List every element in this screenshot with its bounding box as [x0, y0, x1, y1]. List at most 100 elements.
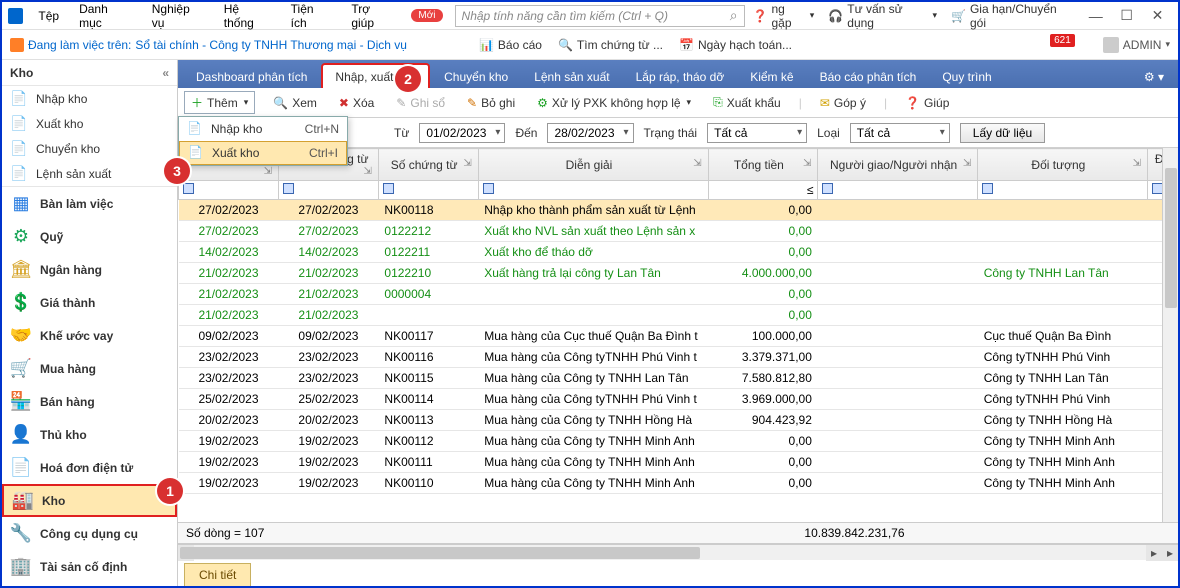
type-combo[interactable]: Tất cả	[850, 123, 950, 143]
nav-item[interactable]: 🛒Mua hàng	[2, 352, 177, 385]
status-combo[interactable]: Tất cả	[707, 123, 807, 143]
column-header[interactable]: Diễn giải⇲	[478, 149, 708, 181]
global-search-input[interactable]: Nhập tính năng cần tìm kiếm (Ctrl + Q)	[455, 5, 745, 27]
column-header[interactable]: Số chứng từ⇲	[378, 149, 478, 181]
collapse-icon[interactable]: «	[162, 66, 169, 80]
renew-link[interactable]: 🛒Gia hạn/Chuyển gói	[945, 0, 1077, 32]
menu-file[interactable]: Tệp	[29, 7, 68, 25]
fix-button[interactable]: ⚙Xử lý PXK không hợp lệ▾	[533, 94, 695, 112]
window-close[interactable]: ✕	[1143, 7, 1172, 24]
data-grid[interactable]: Ngày hạch toán⇲Ngày chứng từ⇲Số chứng từ…	[178, 148, 1178, 522]
table-row[interactable]: 25/02/202325/02/2023NK00114Mua hàng của …	[179, 389, 1178, 410]
column-header[interactable]: Người giao/Người nhận⇲	[818, 149, 978, 181]
nav-item[interactable]: 🤝Khế ước vay	[2, 319, 177, 352]
filter-cell[interactable]	[818, 181, 978, 200]
nav-icon: 🛒	[10, 358, 32, 380]
nav-icon: ⚙	[10, 226, 32, 248]
accounting-date-button[interactable]: 📅Ngày hạch toán...	[679, 38, 792, 52]
menu-system[interactable]: Hệ thống	[215, 0, 280, 32]
report-button[interactable]: 📊Báo cáo	[479, 38, 542, 52]
menu-business[interactable]: Nghiệp vụ	[143, 0, 213, 32]
module-tab[interactable]: Lệnh sản xuất	[522, 65, 621, 88]
from-date-combo[interactable]: 01/02/2023	[419, 123, 505, 143]
status-label: Trạng thái	[644, 126, 698, 140]
nav-item[interactable]: ⚙Quỹ	[2, 220, 177, 253]
unpost-button[interactable]: ✎Bỏ ghi	[463, 94, 519, 112]
column-header[interactable]: Tổng tiền⇲	[708, 149, 818, 181]
doc-icon: 📄	[188, 145, 204, 161]
nav-item[interactable]: 🏛Ngân hàng	[2, 253, 177, 286]
add-button[interactable]: ＋Thêm▾ 📄Nhập khoCtrl+N📄Xuất khoCtrl+I	[184, 91, 255, 114]
table-row[interactable]: 21/02/202321/02/202300000040,00	[179, 284, 1178, 305]
table-row[interactable]: 19/02/202319/02/2023NK00112Mua hàng của …	[179, 431, 1178, 452]
window-minimize[interactable]: —	[1081, 8, 1110, 24]
add-dropdown-menu: 📄Nhập khoCtrl+N📄Xuất khoCtrl+I	[178, 116, 348, 166]
table-row[interactable]: 23/02/202323/02/2023NK00116Mua hàng của …	[179, 347, 1178, 368]
module-tab[interactable]: Chuyển kho	[432, 65, 520, 88]
tree-item[interactable]: 📄Nhập kho	[2, 86, 177, 111]
table-row[interactable]: 21/02/202321/02/20230,00	[179, 305, 1178, 326]
filter-cell[interactable]: ≤	[708, 181, 818, 200]
annotation-1: 1	[157, 478, 183, 504]
window-maximize[interactable]: ☐	[1112, 7, 1141, 24]
delete-button[interactable]: ✖Xóa	[335, 94, 378, 112]
nav-item[interactable]: ▦Bàn làm việc	[2, 187, 177, 220]
add-menu-item[interactable]: 📄Xuất khoCtrl+I	[179, 141, 347, 165]
table-row[interactable]: 27/02/202327/02/20230122212Xuất kho NVL …	[179, 221, 1178, 242]
faq-link[interactable]: ❓ng gặp▾	[747, 0, 821, 32]
add-menu-item[interactable]: 📄Nhập khoCtrl+N	[179, 117, 347, 141]
filter-cell[interactable]	[978, 181, 1148, 200]
nav-item[interactable]: 💲Giá thành	[2, 286, 177, 319]
user-name[interactable]: ADMIN	[1123, 38, 1162, 52]
table-row[interactable]: 20/02/202320/02/2023NK00113Mua hàng của …	[179, 410, 1178, 431]
column-header[interactable]: Đối tượng⇲	[978, 149, 1148, 181]
tree-item[interactable]: 📄Xuất kho	[2, 111, 177, 136]
tree-item[interactable]: 📄Chuyển kho	[2, 136, 177, 161]
table-row[interactable]: 19/02/202319/02/2023NK00110Mua hàng của …	[179, 473, 1178, 494]
tree-item[interactable]: 📄Lệnh sản xuất	[2, 161, 177, 186]
export-button[interactable]: ⎘Xuất khẩu	[709, 93, 785, 112]
module-tab[interactable]: Lắp ráp, tháo dỡ	[624, 65, 737, 88]
fetch-button[interactable]: Lấy dữ liệu	[960, 123, 1045, 143]
module-tab[interactable]: Kiểm kê	[738, 65, 805, 88]
consult-link[interactable]: 🎧Tư vấn sử dụng▾	[822, 0, 943, 32]
nav-item[interactable]: 👤Thủ kho	[2, 418, 177, 451]
nav-item[interactable]: 🏪Bán hàng	[2, 385, 177, 418]
table-row[interactable]: 23/02/202323/02/2023NK00115Mua hàng của …	[179, 368, 1178, 389]
new-badge: Mới	[411, 9, 442, 22]
vertical-scrollbar[interactable]	[1162, 148, 1178, 522]
annotation-2: 2	[395, 66, 421, 92]
sidebar-header: Kho «	[2, 60, 177, 86]
filter-cell[interactable]	[478, 181, 708, 200]
gear-icon[interactable]: ⚙ ▾	[1136, 66, 1172, 88]
filter-cell[interactable]	[278, 181, 378, 200]
table-row[interactable]: 27/02/202327/02/2023NK00118Nhập kho thàn…	[179, 200, 1178, 221]
table-row[interactable]: 19/02/202319/02/2023NK00111Mua hàng của …	[179, 452, 1178, 473]
menu-help[interactable]: Trợ giúp	[342, 0, 403, 32]
doc-icon: 📄	[10, 115, 28, 133]
table-row[interactable]: 09/02/202309/02/2023NK00117Mua hàng của …	[179, 326, 1178, 347]
table-row[interactable]: 21/02/202321/02/20230122210Xuất hàng trả…	[179, 263, 1178, 284]
notification-badge[interactable]: 621	[1050, 34, 1075, 47]
find-voucher-button[interactable]: 🔍Tìm chứng từ ...	[558, 38, 663, 52]
menu-utility[interactable]: Tiện ích	[282, 0, 341, 32]
view-button[interactable]: 🔍Xem	[269, 94, 321, 112]
filter-cell[interactable]	[179, 181, 279, 200]
horizontal-scrollbar[interactable]: ◂▸▸	[178, 544, 1178, 560]
detail-tab[interactable]: Chi tiết	[184, 563, 251, 586]
module-tab[interactable]: Quy trình	[930, 65, 1003, 88]
nav-item[interactable]: 🔧Công cụ dụng cụ	[2, 517, 177, 550]
nav-item[interactable]: 🏢Tài sản cố định	[2, 550, 177, 583]
nav-item[interactable]: 🏭Kho	[2, 484, 177, 517]
help-button[interactable]: ❓Giúp	[901, 94, 953, 112]
nav-item[interactable]: 📄Hoá đơn điện tử	[2, 451, 177, 484]
table-row[interactable]: 14/02/202314/02/20230122211Xuất kho để t…	[179, 242, 1178, 263]
module-tab[interactable]: Dashboard phân tích	[184, 65, 319, 88]
feedback-button[interactable]: ✉Góp ý	[816, 94, 870, 112]
filter-cell[interactable]	[378, 181, 478, 200]
doc-icon: 📄	[187, 121, 203, 137]
menu-catalog[interactable]: Danh mục	[70, 0, 141, 32]
post-button[interactable]: ✎Ghi sổ	[392, 94, 449, 112]
to-date-combo[interactable]: 28/02/2023	[547, 123, 633, 143]
module-tab[interactable]: Báo cáo phân tích	[808, 65, 929, 88]
